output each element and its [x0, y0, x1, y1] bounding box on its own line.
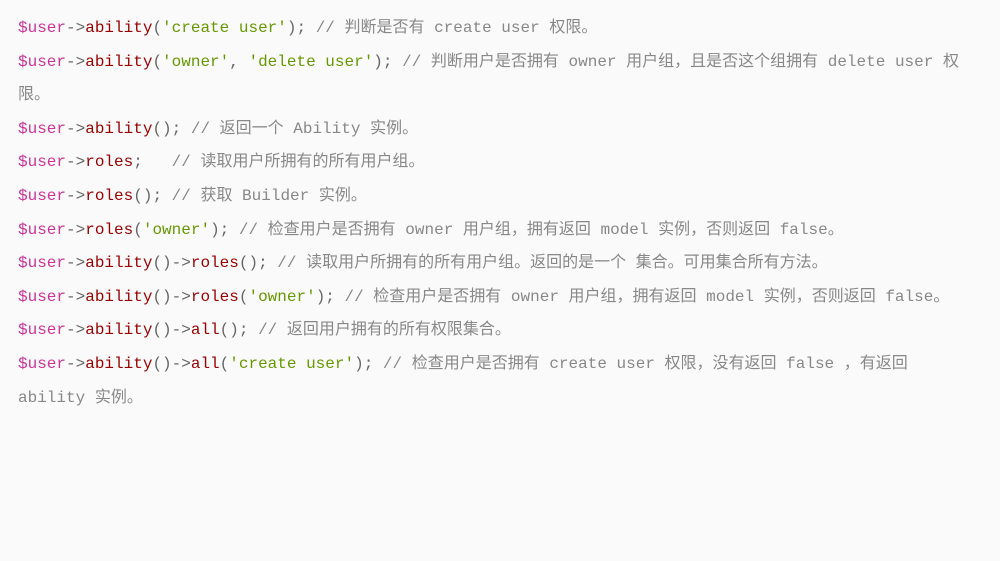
- token-str: 'create user': [229, 355, 354, 373]
- token-var: $user: [18, 254, 66, 272]
- token-punct: (: [220, 355, 230, 373]
- code-line: $user->ability(); // 返回一个 Ability 实例。: [18, 113, 982, 147]
- token-var: $user: [18, 321, 66, 339]
- token-func: ability: [85, 321, 152, 339]
- token-arrow: ->: [172, 254, 191, 272]
- token-arrow: ->: [172, 288, 191, 306]
- token-punct: (: [152, 19, 162, 37]
- token-arrow: ->: [172, 321, 191, 339]
- code-line: $user->ability()->all(); // 返回用户拥有的所有权限集…: [18, 314, 982, 348]
- token-func: ability: [85, 53, 152, 71]
- token-str: 'owner': [162, 53, 229, 71]
- token-arrow: ->: [66, 120, 85, 138]
- token-punct: );: [373, 53, 402, 71]
- token-func: all: [191, 321, 220, 339]
- code-line: $user->ability('owner', 'delete user'); …: [18, 46, 982, 113]
- token-punct: ();: [133, 187, 171, 205]
- token-var: $user: [18, 187, 66, 205]
- token-str: 'owner': [143, 221, 210, 239]
- token-arrow: ->: [172, 355, 191, 373]
- token-punct: ,: [229, 53, 248, 71]
- token-arrow: ->: [66, 19, 85, 37]
- token-punct: );: [210, 221, 239, 239]
- token-punct: (): [152, 288, 171, 306]
- token-punct: ;: [133, 153, 171, 171]
- token-func: ability: [85, 19, 152, 37]
- token-var: $user: [18, 53, 66, 71]
- token-func: roles: [191, 288, 239, 306]
- token-var: $user: [18, 19, 66, 37]
- token-punct: (: [152, 53, 162, 71]
- token-func: ability: [85, 120, 152, 138]
- code-block: $user->ability('create user'); // 判断是否有 …: [18, 12, 982, 415]
- token-punct: ();: [220, 321, 258, 339]
- code-line: $user->roles(); // 获取 Builder 实例。: [18, 180, 982, 214]
- code-line: $user->ability()->roles('owner'); // 检查用…: [18, 281, 982, 315]
- token-com: // 检查用户是否拥有 owner 用户组，拥有返回 model 实例，否则返回…: [345, 288, 950, 306]
- token-str: 'owner': [248, 288, 315, 306]
- token-arrow: ->: [66, 53, 85, 71]
- token-arrow: ->: [66, 288, 85, 306]
- token-com: // 读取用户所拥有的所有用户组。返回的是一个 集合。可用集合所有方法。: [277, 254, 827, 272]
- token-com: // 读取用户所拥有的所有用户组。: [172, 153, 425, 171]
- token-punct: (: [133, 221, 143, 239]
- code-line: $user->ability('create user'); // 判断是否有 …: [18, 12, 982, 46]
- token-punct: ();: [239, 254, 277, 272]
- token-arrow: ->: [66, 153, 85, 171]
- token-punct: );: [316, 288, 345, 306]
- token-var: $user: [18, 288, 66, 306]
- token-func: roles: [85, 221, 133, 239]
- token-punct: );: [287, 19, 316, 37]
- token-punct: );: [354, 355, 383, 373]
- token-arrow: ->: [66, 221, 85, 239]
- token-arrow: ->: [66, 321, 85, 339]
- token-com: // 返回一个 Ability 实例。: [191, 120, 418, 138]
- token-func: ability: [85, 355, 152, 373]
- token-arrow: ->: [66, 254, 85, 272]
- token-var: $user: [18, 153, 66, 171]
- token-func: roles: [191, 254, 239, 272]
- code-line: $user->ability()->all('create user'); //…: [18, 348, 982, 415]
- token-func: ability: [85, 288, 152, 306]
- token-var: $user: [18, 221, 66, 239]
- token-arrow: ->: [66, 355, 85, 373]
- token-func: ability: [85, 254, 152, 272]
- code-line: $user->roles('owner'); // 检查用户是否拥有 owner…: [18, 214, 982, 248]
- token-func: roles: [85, 153, 133, 171]
- code-line: $user->ability()->roles(); // 读取用户所拥有的所有…: [18, 247, 982, 281]
- token-arrow: ->: [66, 187, 85, 205]
- token-com: // 检查用户是否拥有 owner 用户组，拥有返回 model 实例，否则返回…: [239, 221, 844, 239]
- token-com: // 返回用户拥有的所有权限集合。: [258, 321, 511, 339]
- token-com: // 判断是否有 create user 权限。: [316, 19, 598, 37]
- token-com: // 获取 Builder 实例。: [172, 187, 367, 205]
- token-func: all: [191, 355, 220, 373]
- token-func: roles: [85, 187, 133, 205]
- code-line: $user->roles; // 读取用户所拥有的所有用户组。: [18, 146, 982, 180]
- token-str: 'delete user': [248, 53, 373, 71]
- token-var: $user: [18, 120, 66, 138]
- token-punct: (): [152, 254, 171, 272]
- token-punct: (): [152, 355, 171, 373]
- token-var: $user: [18, 355, 66, 373]
- token-punct: ();: [152, 120, 190, 138]
- token-str: 'create user': [162, 19, 287, 37]
- token-punct: (): [152, 321, 171, 339]
